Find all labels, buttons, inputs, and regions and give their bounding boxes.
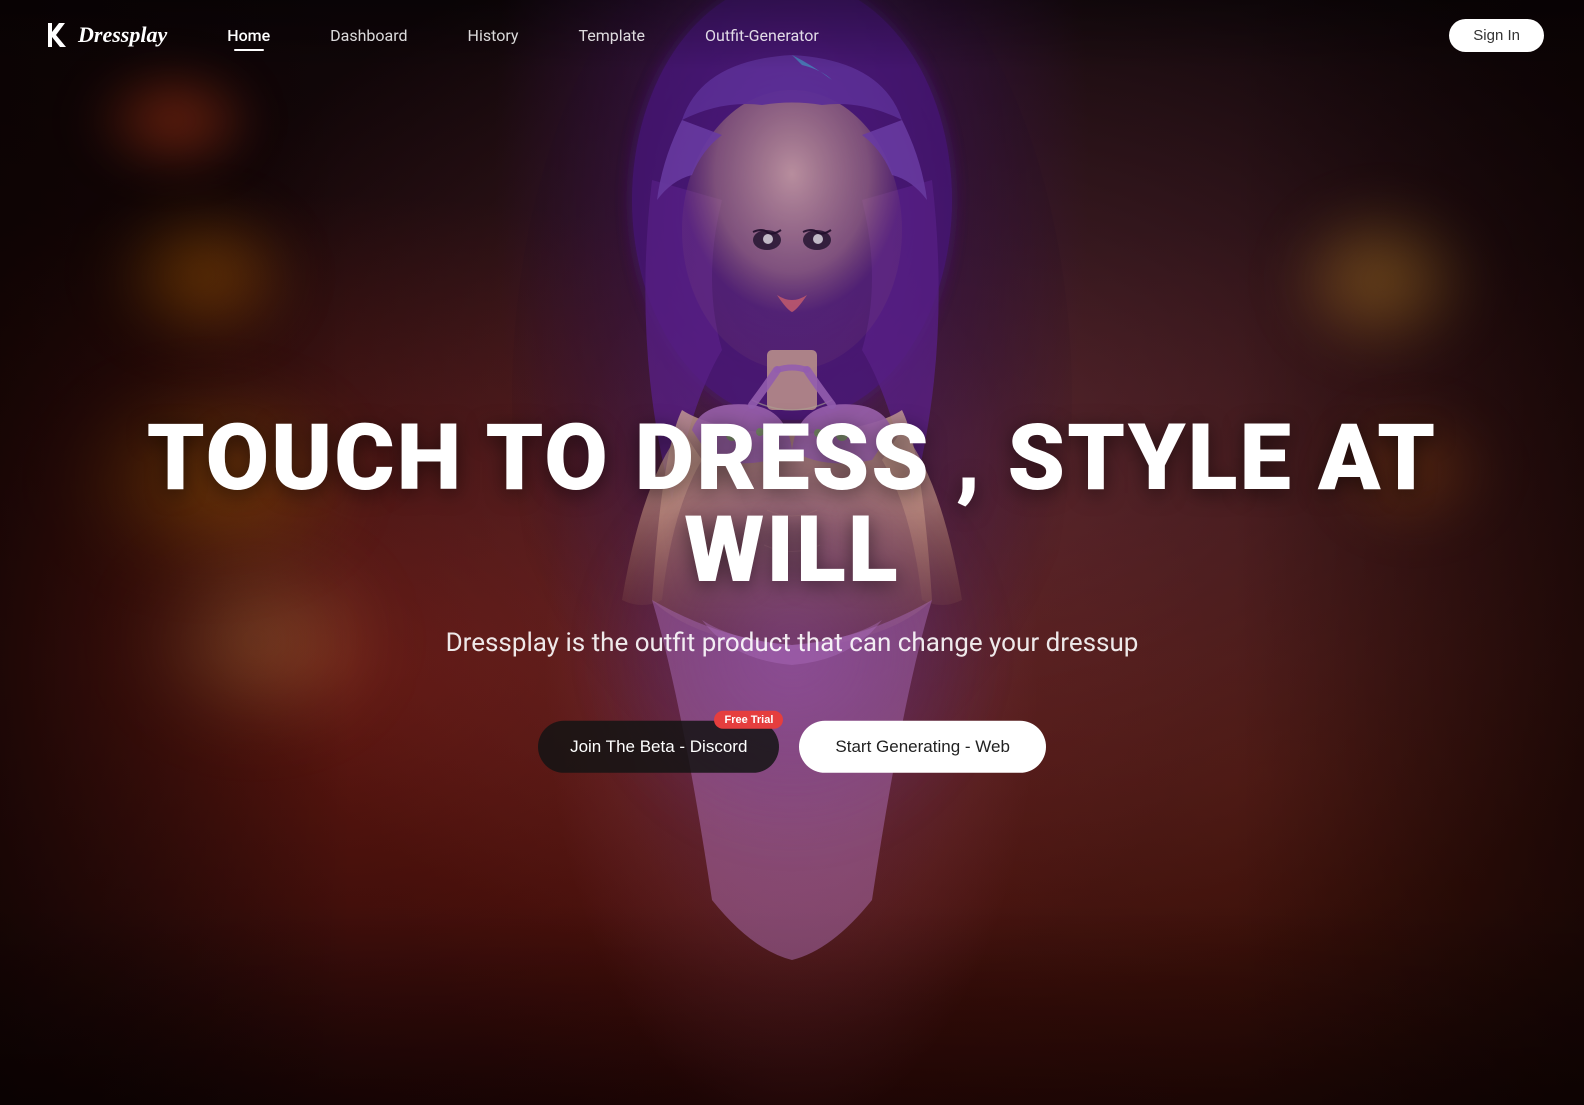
hero-title: TOUCH TO DRESS , STYLE AT WILL xyxy=(100,412,1484,596)
start-generating-button[interactable]: Start Generating - Web xyxy=(799,721,1046,773)
hero-subtitle: Dressplay is the outfit product that can… xyxy=(100,624,1484,660)
logo-icon xyxy=(40,19,72,51)
nav-link-dashboard[interactable]: Dashboard xyxy=(330,26,407,45)
signin-button[interactable]: Sign In xyxy=(1449,19,1544,52)
cta-buttons: Free Trial Join The Beta - Discord Start… xyxy=(100,721,1484,773)
nav-link-outfit-generator[interactable]: Outfit-Generator xyxy=(705,26,819,45)
hero-content: TOUCH TO DRESS , STYLE AT WILL Dressplay… xyxy=(0,412,1584,772)
navbar: Dressplay Home Dashboard History Templat… xyxy=(0,0,1584,70)
nav-link-history[interactable]: History xyxy=(468,26,519,45)
nav-link-home[interactable]: Home xyxy=(227,26,270,45)
hero-section: Dressplay Home Dashboard History Templat… xyxy=(0,0,1584,1105)
nav-links: Home Dashboard History Template Outfit-G… xyxy=(227,26,1449,45)
discord-button[interactable]: Free Trial Join The Beta - Discord xyxy=(538,721,779,773)
discord-button-label: Join The Beta - Discord xyxy=(570,737,747,757)
nav-link-template[interactable]: Template xyxy=(578,26,645,45)
brand-logo[interactable]: Dressplay xyxy=(40,19,167,51)
brand-name: Dressplay xyxy=(78,22,167,48)
free-trial-badge: Free Trial xyxy=(714,711,783,729)
